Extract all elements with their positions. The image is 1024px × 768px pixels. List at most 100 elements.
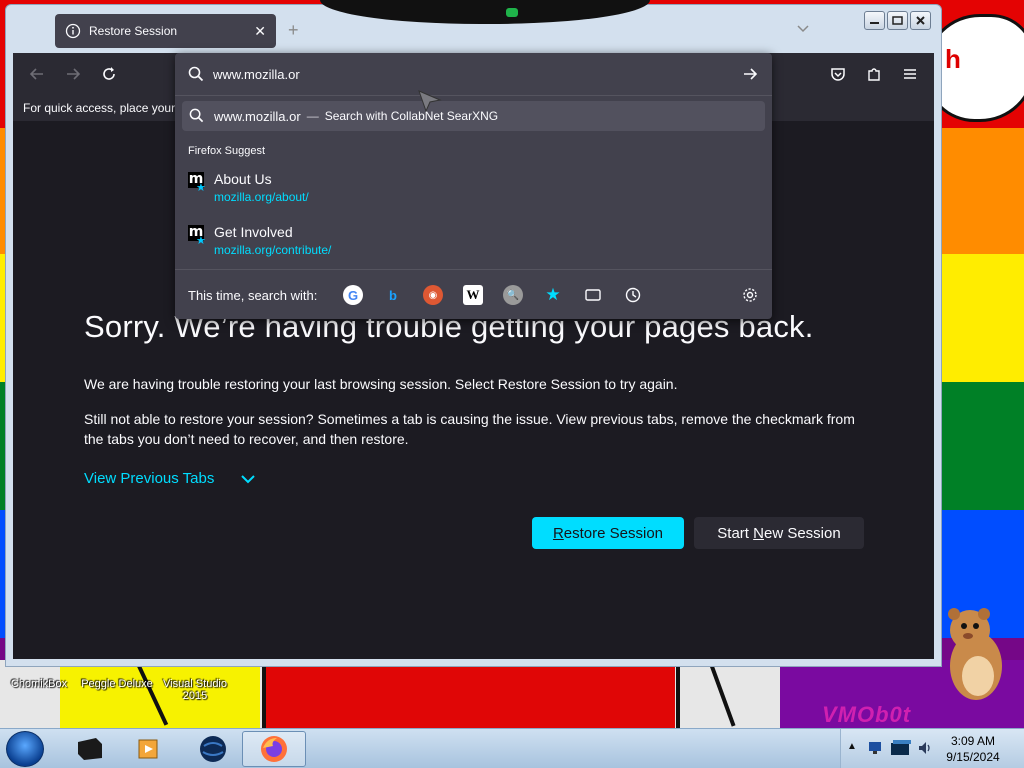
search-suggestion-engine-label: Search with CollabNet SearXNG xyxy=(324,109,499,123)
view-previous-tabs-label: View Previous Tabs xyxy=(84,470,215,487)
reload-button[interactable] xyxy=(98,63,120,85)
art-line xyxy=(676,660,680,728)
gear-icon xyxy=(743,288,757,302)
chevron-down-icon xyxy=(241,474,256,483)
close-window-button[interactable] xyxy=(910,11,931,30)
art-line xyxy=(708,661,736,727)
new-session-label-start: Start xyxy=(717,524,754,542)
volume-icon[interactable] xyxy=(917,740,933,756)
green-indicator-icon xyxy=(506,8,518,17)
firefox-icon xyxy=(261,736,287,762)
taskbar: ▲ 3:09 AM 9/15/2024 xyxy=(0,728,1024,768)
wikipedia-icon[interactable]: W xyxy=(463,285,483,305)
minimize-button[interactable] xyxy=(864,11,885,30)
list-all-tabs-chevron-icon[interactable] xyxy=(796,24,810,34)
hamburger-menu-icon xyxy=(904,69,916,79)
search-suggestion-query: www.mozilla.or xyxy=(214,108,301,124)
restore-description: We are having trouble restoring your las… xyxy=(84,376,678,392)
go-arrow-icon[interactable] xyxy=(742,66,758,82)
suggest-result-about-us[interactable]: m ★ About Us mozilla.org/about/ xyxy=(188,168,758,208)
new-session-label-end: ew Session xyxy=(763,524,841,542)
close-icon xyxy=(916,16,925,25)
history-icon[interactable] xyxy=(623,285,643,305)
suggest-result-title: Get Involved xyxy=(214,224,293,240)
search-suggestion-separator: — xyxy=(306,109,319,123)
search-icon xyxy=(188,66,204,82)
taskbar-item-media-player[interactable] xyxy=(117,731,181,767)
new-tab-plus-icon[interactable]: + xyxy=(288,20,299,41)
reload-icon xyxy=(103,67,115,80)
taskbar-clock[interactable]: 3:09 AM 9/15/2024 xyxy=(943,733,1003,765)
clock-date: 9/15/2024 xyxy=(946,750,1000,764)
taskbar-item-chomikbox[interactable] xyxy=(58,731,122,767)
urlbar-dropdown: www.mozilla.or — Search with CollabNet S… xyxy=(175,53,772,319)
globe-icon xyxy=(200,736,226,762)
searxng-icon[interactable]: 🔍 xyxy=(503,285,523,305)
tab-restore-session[interactable]: Restore Session ✕ xyxy=(55,14,276,48)
back-button[interactable] xyxy=(26,63,48,85)
search-settings-button[interactable] xyxy=(740,285,760,305)
extensions-button[interactable] xyxy=(863,63,885,85)
tabs-icon[interactable] xyxy=(583,285,603,305)
clock-time: 3:09 AM xyxy=(950,734,996,748)
back-arrow-icon xyxy=(29,68,43,80)
search-with-label: This time, search with: xyxy=(188,287,318,303)
forward-arrow-icon xyxy=(67,68,81,80)
search-suggestion-row[interactable]: www.mozilla.or — Search with CollabNet S… xyxy=(182,101,765,131)
maximize-button[interactable] xyxy=(887,11,908,30)
speech-bubble-text: h xyxy=(945,44,961,74)
desktop-icon-label: Peggle Deluxe xyxy=(81,678,153,690)
window-controls xyxy=(864,11,931,30)
desktop-icon-label: ChomikBox xyxy=(10,678,68,690)
view-previous-tabs-toggle[interactable]: View Previous Tabs xyxy=(84,470,256,487)
google-icon[interactable]: G xyxy=(343,285,363,305)
network-icon[interactable] xyxy=(867,739,885,757)
tabs-icon-glyph xyxy=(585,289,601,301)
media-player-icon xyxy=(138,739,158,759)
clock-icon xyxy=(625,287,641,303)
mouse-cursor-icon xyxy=(418,90,442,112)
restore-help-text: Still not able to restore your session? … xyxy=(84,411,855,447)
start-new-session-button[interactable]: Start New Session xyxy=(694,517,864,549)
hamster-image xyxy=(948,608,1002,700)
desktop-icon-label: Visual Studio 2015 xyxy=(162,678,227,702)
maximize-icon xyxy=(892,16,903,25)
url-input[interactable] xyxy=(213,64,733,84)
app-menu-button[interactable] xyxy=(899,63,921,85)
taskbar-item-firefox[interactable] xyxy=(242,731,306,767)
tab-title: Restore Session xyxy=(89,24,178,38)
art-line xyxy=(262,660,266,728)
tab-close-icon[interactable]: ✕ xyxy=(254,23,266,40)
bookmark-star-icon: ★ xyxy=(196,235,206,247)
extensions-puzzle-icon xyxy=(868,68,880,81)
minimize-icon xyxy=(870,22,879,24)
bookmark-star-icon: ★ xyxy=(196,182,206,194)
duckduckgo-icon[interactable]: ◉ xyxy=(423,285,443,305)
bing-icon[interactable]: b xyxy=(383,285,403,305)
suggest-result-title: About Us xyxy=(214,171,272,187)
desktop-icon-visual-studio[interactable]: Visual Studio 2015 xyxy=(159,662,231,702)
art-red-block xyxy=(265,660,675,728)
taskbar-item-globe[interactable] xyxy=(181,731,245,767)
suggest-result-get-involved[interactable]: m ★ Get Involved mozilla.org/contribute/ xyxy=(188,221,758,261)
black-box-app-icon xyxy=(78,738,102,760)
suggest-result-url: mozilla.org/about/ xyxy=(214,190,309,204)
restore-label-rest: estore Session xyxy=(563,524,664,542)
vmbot-watermark: VMOb0t xyxy=(822,702,912,727)
info-icon xyxy=(65,23,81,39)
one-off-search-engines: This time, search with: G b ◉ W 🔍 ★ xyxy=(175,277,772,313)
restore-session-button[interactable]: Restore Session xyxy=(532,517,684,549)
divider xyxy=(175,269,772,270)
tray-app-icon[interactable] xyxy=(889,737,913,759)
forward-button[interactable] xyxy=(62,63,84,85)
bookmarks-star-icon[interactable]: ★ xyxy=(543,285,563,305)
search-icon xyxy=(189,108,204,123)
bookmarks-toolbar-message: For quick access, place your b xyxy=(23,101,186,115)
urlbar-input-row xyxy=(175,53,772,95)
firefox-suggest-heading: Firefox Suggest xyxy=(188,145,266,157)
suggest-result-url: mozilla.org/contribute/ xyxy=(214,243,332,257)
show-hidden-icons-arrow-icon[interactable]: ▲ xyxy=(847,741,857,752)
pocket-button[interactable] xyxy=(827,63,849,85)
new-session-mnemonic: N xyxy=(753,524,764,542)
start-button[interactable] xyxy=(6,731,44,767)
